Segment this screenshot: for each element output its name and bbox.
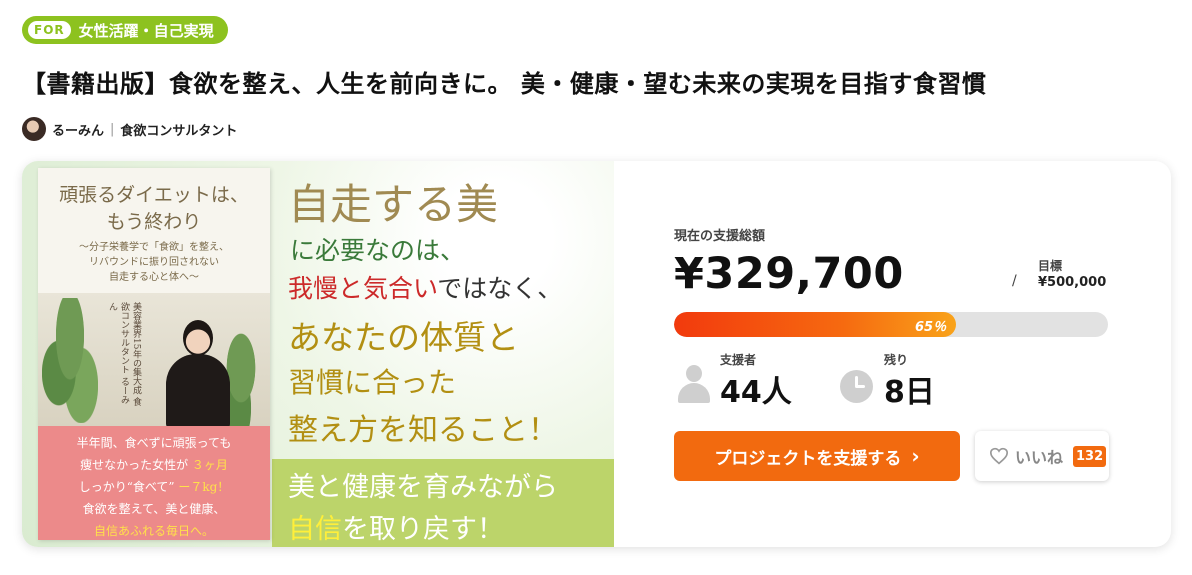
support-project-button[interactable]: プロジェクトを支援する › [674,431,960,481]
person-icon-body [678,383,710,403]
author-role: 食欲コンサルタント [120,123,238,139]
supporters-label: 支援者 [720,353,757,367]
goal-label: 目標 [1038,259,1063,273]
progress-fill: 65％ [674,312,957,337]
author-name: るーみん [52,123,105,139]
person-icon [678,365,710,403]
banner-text: 自信を取り戻す！ [288,507,504,546]
progress-bar: 65％ [674,312,1108,337]
banner-text: 整え方を知ること！ [288,413,558,448]
book-pink-line: 自信あふれる毎日へ。 [93,524,214,538]
banner-headline: 自走する美 [288,180,499,229]
project-banner-image: 頑張るダイエットは、 もう終わり 〜分子栄養学で「食欲」を整え、 リバウンドに振… [22,161,614,547]
highlight-span: ー７kg！ [178,480,230,494]
book-title: 頑張るダイエットは、 もう終わり [38,182,270,236]
person-icon-head [686,365,702,382]
funding-stats: 現在の支援総額 ¥329,700 / 目標 ¥500,000 65％ 支援者 4… [674,161,1114,547]
highlight-span: 我慢と気合い [288,274,438,303]
clock-icon [840,370,873,403]
amount-label: 現在の支援総額 [674,229,766,244]
support-button-label: プロジェクトを支援する [714,448,902,469]
category-badge[interactable]: FOR 女性活躍・自己実現 [22,16,228,44]
book-pink-band: 半年間、食べずに頑張っても 痩せなかった女性が ３ヶ月 しっかり“食べて” ー７… [38,426,270,540]
chevron-right-icon: › [911,444,920,468]
progress-percent: 65％ [915,320,947,335]
project-card: 頑張るダイエットは、 もう終わり 〜分子栄養学で「食欲」を整え、 リバウンドに振… [22,161,1171,547]
book-cover: 頑張るダイエットは、 もう終わり 〜分子栄養学で「食欲」を整え、 リバウンドに振… [38,168,270,540]
banner-text: 我慢と気合いではなく、 [288,269,562,305]
book-pink-line: 痩せなかった女性が ３ヶ月 [38,454,270,476]
book-pink-text: 半年間、食べずに頑張っても 痩せなかった女性が ３ヶ月 しっかり“食べて” ー７… [38,432,270,540]
book-subtitle: 〜分子栄養学で「食欲」を整え、 リバウンドに振り回されない 自走する心と体へ〜 [38,240,270,285]
author-info[interactable]: るーみん | 食欲コンサルタント [22,117,237,141]
goal-value: ¥500,000 [1038,275,1107,290]
project-title: 【書籍出版】食欲を整え、人生を前向きに。 美・健康・望む未来の実現を目指す食習慣 [22,70,987,98]
supporters-value: 44人 [720,375,792,410]
category-label: 女性活躍・自己実現 [78,21,214,40]
book-pink-line: 食欲を整えて、美と健康、 [82,502,226,516]
book-subtitle-line: 自走する心と体へ〜 [109,272,199,283]
banner-text: 美と健康を育みながら [288,472,558,503]
highlight-span: ３ヶ月 [191,458,228,472]
remaining-label: 残り [884,353,909,367]
banner-text: あなたの体質と [288,318,519,357]
highlight-span: 自信 [288,514,342,545]
book-title-line: もう終わり [106,211,202,233]
author-photo [158,318,238,428]
heart-icon [989,447,1009,465]
banner-text: に必要なのは、 [290,236,466,265]
book-title-line: 頑張るダイエットは、 [59,184,249,206]
book-subtitle-line: リバウンドに振り回されない [89,257,219,268]
amount-separator: / [1012,273,1017,289]
text-span: を取り戻す！ [342,514,504,545]
text-span: しっかり“食べて” [78,480,175,494]
banner-text: 習慣に合った [288,366,457,399]
like-button[interactable]: いいね 132 [975,431,1109,481]
person-body [166,354,230,428]
text-span: 痩せなかった女性が [80,458,189,472]
avatar [22,117,46,141]
for-tag: FOR [28,21,71,39]
book-pink-line: 半年間、食べずに頑張っても [76,436,232,450]
amount-value: ¥329,700 [674,249,904,299]
separator: | [110,121,115,137]
like-label: いいね [1015,448,1064,467]
person-head [183,320,213,356]
book-subtitle-line: 〜分子栄養学で「食欲」を整え、 [79,242,229,253]
plant-image [42,298,98,423]
like-count-badge: 132 [1073,445,1107,467]
text-span: ではなく、 [437,274,563,303]
remaining-value: 8日 [884,375,935,410]
book-pink-line: しっかり“食べて” ー７kg！ [38,476,270,498]
book-vertical-text: 美容業界15年の集大成 食欲コンサルタント るーみん [107,302,141,407]
